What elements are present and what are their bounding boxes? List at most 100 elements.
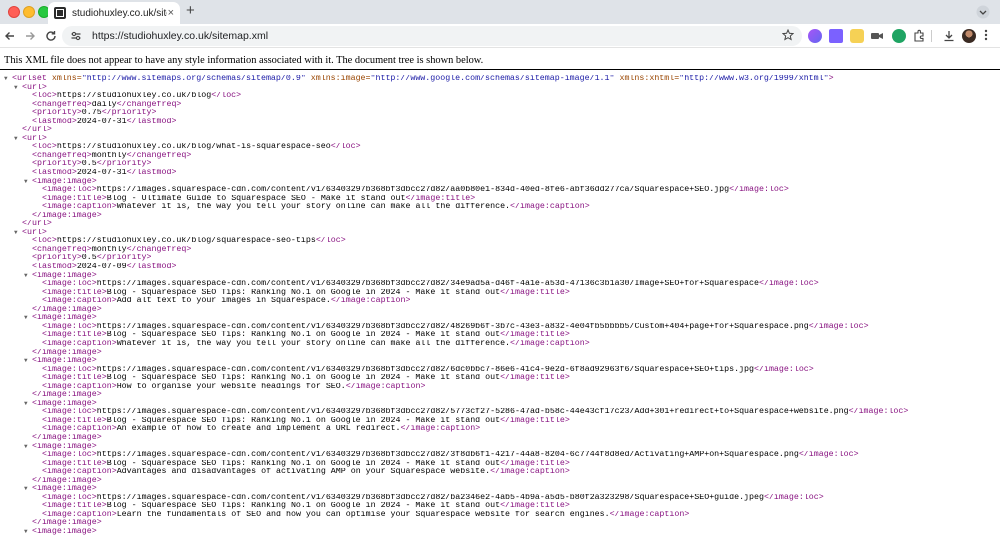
xml-line-content: <image:image>	[32, 527, 97, 536]
xml-line: <image:title>Blog - Squarespace SEO Tips…	[0, 374, 1000, 383]
xml-line-content: <image:title>Blog - Squarespace SEO Tips…	[42, 416, 570, 425]
tab-search-chevron-icon[interactable]	[976, 5, 990, 19]
xml-line: <changefreq>monthly</changefreq>	[0, 152, 1000, 161]
xml-line-content: <image:loc>https://images.squarespace-cd…	[42, 280, 819, 289]
xml-line: <image:caption>Add alt text to your imag…	[0, 297, 1000, 306]
xml-line-content: <priority>0.75</priority>	[32, 109, 157, 118]
collapse-toggle-icon[interactable]: ▼	[24, 357, 32, 366]
collapse-toggle-icon[interactable]: ▼	[24, 400, 32, 409]
collapse-toggle-icon[interactable]: ▼	[14, 229, 22, 238]
xml-line: ▼ <image:image>	[0, 443, 1000, 452]
reload-button[interactable]	[43, 28, 59, 44]
xml-line: <image:title>Blog - Squarespace SEO Tips…	[0, 289, 1000, 298]
xml-line: <loc>https://studiohuxley.co.uk/blog/wha…	[0, 143, 1000, 152]
profile-avatar[interactable]	[962, 29, 976, 43]
xml-line-content: <image:loc>https://images.squarespace-cd…	[42, 493, 824, 502]
xml-line-content: <urlset xmlns="http://www.sitemaps.org/s…	[12, 75, 834, 83]
xml-info-banner: This XML file does not appear to have an…	[0, 48, 1000, 70]
forward-button[interactable]	[22, 28, 38, 44]
collapse-toggle-icon[interactable]: ▼	[24, 272, 32, 281]
bookmark-button[interactable]	[781, 28, 795, 43]
back-button[interactable]	[2, 28, 18, 44]
xml-line-content: <image:caption>Whatever it is, the way y…	[42, 203, 590, 212]
xml-line-content: <image:title>Blog - Squarespace SEO Tips…	[42, 459, 570, 468]
xml-line: <lastmod>2024-07-31</lastmod>	[0, 118, 1000, 127]
xml-line-content: <url>	[22, 228, 47, 237]
xml-line-content: <image:caption>Add alt text to your imag…	[42, 297, 411, 306]
xml-line: <priority>0.5</priority>	[0, 160, 1000, 169]
collapse-toggle-icon[interactable]: ▼	[4, 75, 12, 84]
collapse-toggle-icon[interactable]: ▼	[24, 528, 32, 537]
puzzle-icon[interactable]	[912, 29, 926, 43]
close-tab-button[interactable]: ×	[168, 7, 174, 19]
xml-line-content: </image:image>	[32, 305, 102, 314]
arrow-right-icon	[26, 32, 35, 40]
xml-line-content: </image:image>	[32, 391, 102, 400]
site-favicon-icon	[54, 7, 66, 19]
close-window-button[interactable]	[8, 6, 20, 18]
xml-line-content: </url>	[22, 126, 52, 135]
xml-line-content: <image:image>	[32, 485, 97, 494]
tune-icon[interactable]	[70, 30, 82, 42]
xml-line-content: <image:loc>https://images.squarespace-cd…	[42, 186, 789, 195]
browser-tab[interactable]: studiohuxley.co.uk/sitemap.xml ×	[48, 2, 180, 24]
xml-line: <lastmod>2024-07-31</lastmod>	[0, 169, 1000, 178]
xml-line: </image:image>	[0, 306, 1000, 315]
collapse-toggle-icon[interactable]: ▼	[24, 485, 32, 494]
xml-line: <image:title>Blog - Squarespace SEO Tips…	[0, 331, 1000, 340]
xml-line: ▼ <image:image>	[0, 485, 1000, 494]
url-text[interactable]: https://studiohuxley.co.uk/sitemap.xml	[92, 30, 268, 42]
xml-line: <loc>https://studiohuxley.co.uk/blog/squ…	[0, 237, 1000, 246]
xml-line-content: <changefreq>monthly</changefreq>	[32, 151, 192, 160]
xml-line-content: <image:title>Blog - Squarespace SEO Tips…	[42, 288, 570, 297]
xml-line: </image:image>	[0, 391, 1000, 400]
xml-line-content: <loc>https://studiohuxley.co.uk/blog</lo…	[32, 92, 242, 101]
xml-line-content: <lastmod>2024-07-09</lastmod>	[32, 263, 177, 272]
xml-line: ▼ <url>	[0, 135, 1000, 144]
xml-line: <image:title>Blog - Squarespace SEO Tips…	[0, 502, 1000, 511]
xml-line: ▼ <urlset xmlns="http://www.sitemaps.org/…	[0, 75, 1000, 84]
address-bar[interactable]: https://studiohuxley.co.uk/sitemap.xml	[62, 26, 802, 46]
collapse-toggle-icon[interactable]: ▼	[14, 84, 22, 93]
xml-line: <image:loc>https://images.squarespace-cd…	[0, 323, 1000, 332]
extension-gradient-icon[interactable]	[808, 29, 822, 43]
xml-line: ▼ <url>	[0, 84, 1000, 93]
toolbar-divider	[931, 30, 932, 42]
xml-line: </url>	[0, 126, 1000, 135]
xml-line: ▼ <image:image>	[0, 272, 1000, 281]
xml-line: </image:image>	[0, 212, 1000, 221]
xml-line: <image:title>Blog - Squarespace SEO Tips…	[0, 460, 1000, 469]
xml-line: </image:image>	[0, 434, 1000, 443]
minimize-window-button[interactable]	[23, 6, 35, 18]
xml-line: <image:caption>Advantages and disadvanta…	[0, 468, 1000, 477]
xml-line: </image:image>	[0, 519, 1000, 528]
arrow-left-icon	[5, 32, 14, 40]
xml-line-content: <loc>https://studiohuxley.co.uk/blog/squ…	[32, 237, 346, 246]
tab-strip: studiohuxley.co.uk/sitemap.xml × +	[0, 0, 1000, 24]
xml-line: </image:image>	[0, 349, 1000, 358]
xml-line: <lastmod>2024-07-09</lastmod>	[0, 263, 1000, 272]
kebab-icon	[984, 29, 988, 41]
new-tab-button[interactable]: +	[186, 3, 195, 18]
collapse-toggle-icon[interactable]: ▼	[24, 443, 32, 452]
extension-notes-icon[interactable]	[850, 29, 864, 43]
browser-menu-button[interactable]	[984, 29, 988, 43]
tab-title: studiohuxley.co.uk/sitemap.xml	[72, 7, 167, 19]
xml-line-content: </image:image>	[32, 519, 102, 528]
collapse-toggle-icon[interactable]: ▼	[24, 178, 32, 187]
extension-purple-icon[interactable]	[829, 29, 843, 43]
xml-line: <image:caption>Whatever it is, the way y…	[0, 340, 1000, 349]
xml-line-content: <priority>0.5</priority>	[32, 160, 152, 169]
download-icon[interactable]	[942, 29, 956, 43]
xml-line-content: <url>	[22, 83, 47, 92]
collapse-toggle-icon[interactable]: ▼	[14, 135, 22, 144]
video-camera-icon[interactable]	[870, 29, 884, 43]
xml-document-tree: ▼ <urlset xmlns="http://www.sitemaps.org/…	[0, 75, 1000, 537]
browser-toolbar: https://studiohuxley.co.uk/sitemap.xml	[0, 24, 1000, 48]
collapse-toggle-icon[interactable]: ▼	[24, 314, 32, 323]
xml-line: <image:caption>How to organise your webs…	[0, 383, 1000, 392]
extension-green-icon[interactable]	[892, 29, 906, 43]
xml-line-content: <changefreq>daily</changefreq>	[32, 100, 182, 109]
xml-line: <image:loc>https://images.squarespace-cd…	[0, 408, 1000, 417]
xml-line: ▼ <image:image>	[0, 178, 1000, 187]
